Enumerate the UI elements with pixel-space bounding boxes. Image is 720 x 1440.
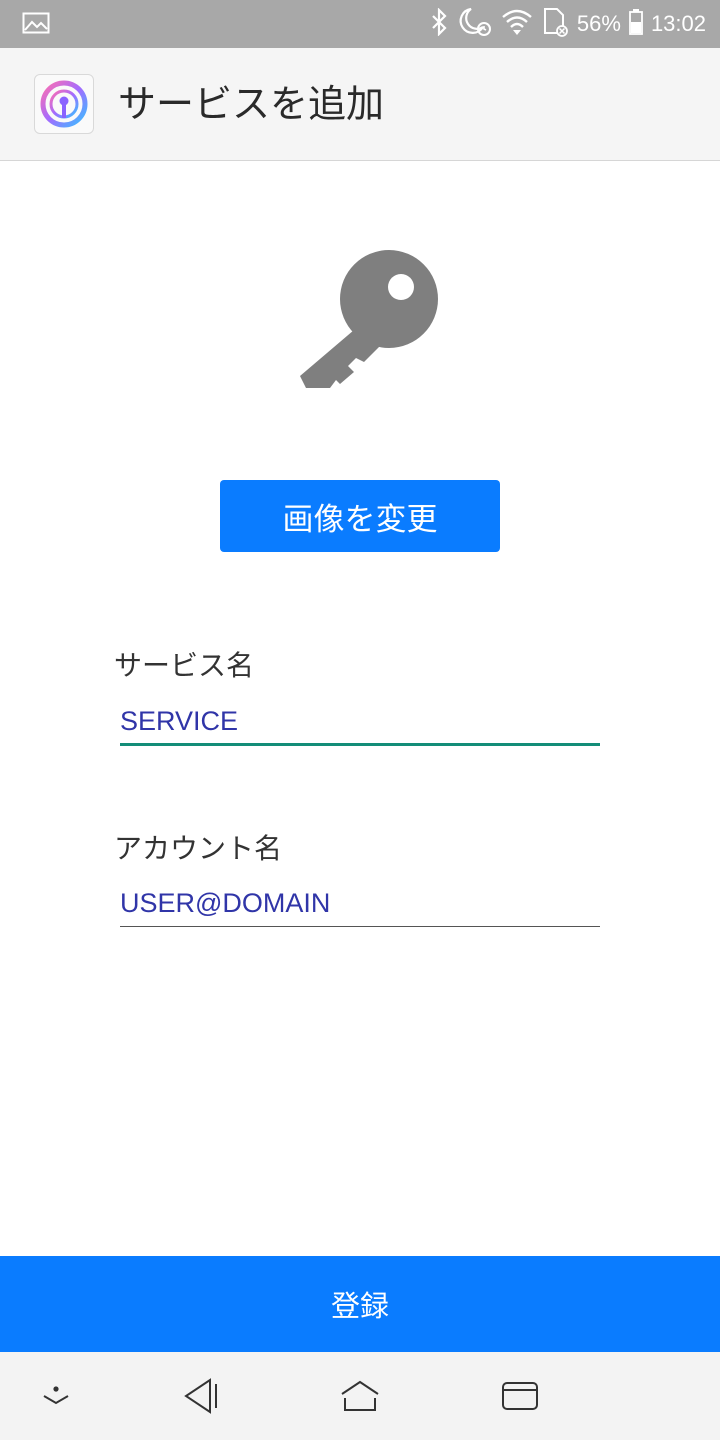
battery-percent: 56% xyxy=(576,11,621,36)
app-bar: サービスを追加 xyxy=(0,48,720,161)
dnd-alarm-icon xyxy=(457,7,493,41)
account-name-label: アカウント名 xyxy=(114,832,283,865)
service-name-label: サービス名 xyxy=(114,649,255,682)
wifi-icon xyxy=(501,7,533,41)
gallery-icon xyxy=(22,12,50,38)
back-icon[interactable] xyxy=(180,1374,224,1418)
key-icon xyxy=(296,248,442,396)
recents-icon[interactable] xyxy=(498,1374,542,1418)
hide-nav-icon[interactable] xyxy=(34,1374,78,1418)
bluetooth-icon xyxy=(429,7,449,40)
service-name-input[interactable]: SERVICE xyxy=(120,706,600,737)
register-button[interactable]: 登録 xyxy=(0,1256,720,1352)
clock: 13:02 xyxy=(650,11,706,36)
sd-card-icon xyxy=(541,7,569,41)
battery-icon xyxy=(629,9,643,39)
status-bar: 56% 13:02 xyxy=(0,0,720,48)
account-name-input[interactable]: USER@DOMAIN xyxy=(120,888,600,919)
home-icon[interactable] xyxy=(338,1374,382,1418)
account-name-underline xyxy=(120,926,600,927)
page-title: サービスを追加 xyxy=(118,82,385,126)
app-logo-icon xyxy=(34,74,94,134)
nav-bar xyxy=(0,1352,720,1440)
change-image-button[interactable]: 画像を変更 xyxy=(220,480,500,552)
service-name-underline xyxy=(120,743,600,746)
